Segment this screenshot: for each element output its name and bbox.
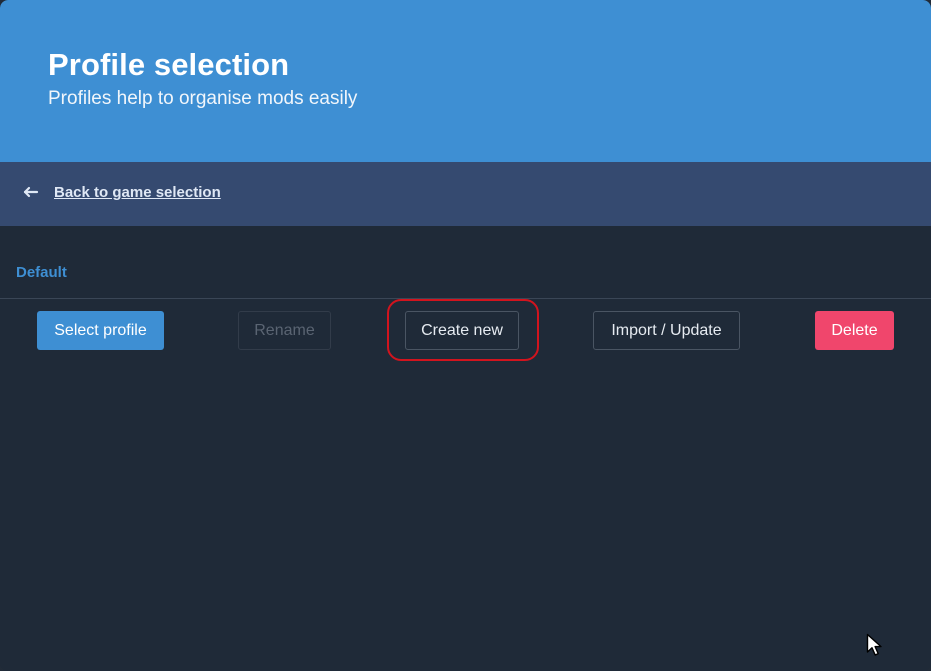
back-to-game-selection-link[interactable]: Back to game selection <box>54 184 221 201</box>
profile-name: Default <box>16 264 67 281</box>
import-update-button[interactable]: Import / Update <box>593 311 740 350</box>
select-profile-button[interactable]: Select profile <box>37 311 164 350</box>
delete-button[interactable]: Delete <box>815 311 894 350</box>
rename-button[interactable]: Rename <box>238 311 331 350</box>
divider <box>0 298 931 299</box>
create-new-button[interactable]: Create new <box>405 311 519 350</box>
mouse-cursor-icon <box>866 633 882 656</box>
header-hero: Profile selection Profiles help to organ… <box>0 0 931 162</box>
profile-selection-window: Profile selection Profiles help to organ… <box>0 0 931 671</box>
page-title: Profile selection <box>48 47 290 82</box>
page-subtitle: Profiles help to organise mods easily <box>48 88 358 109</box>
arrow-left-icon[interactable] <box>22 181 40 203</box>
